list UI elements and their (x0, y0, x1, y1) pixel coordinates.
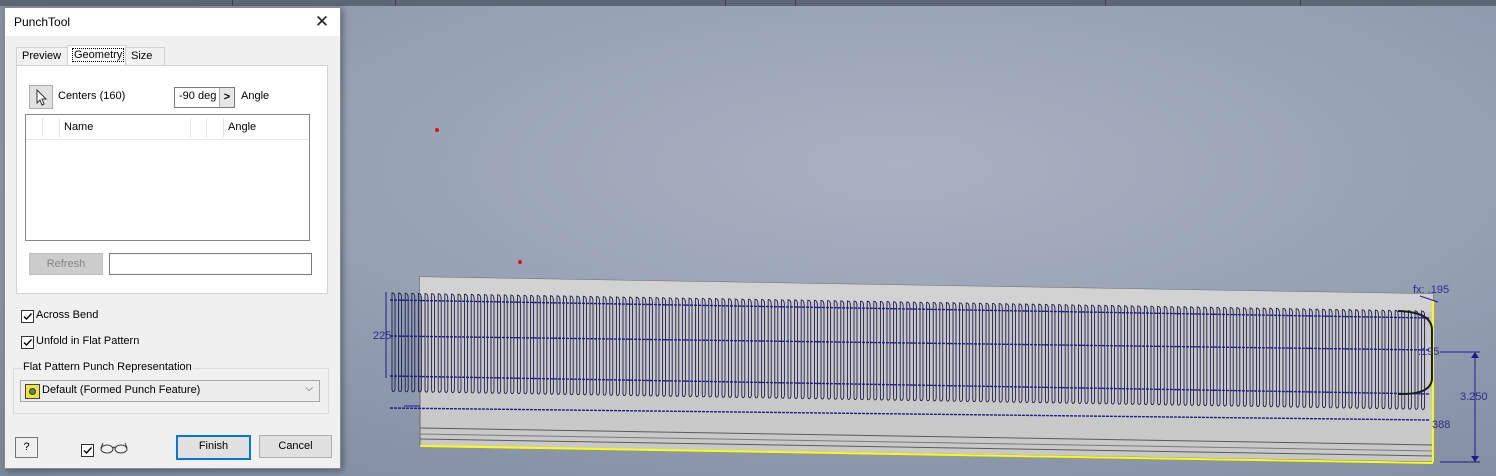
table-header: Name Angle (26, 115, 309, 140)
punchtool-dialog: PunchTool ✕ Preview Geometry Size Center… (4, 7, 341, 469)
punch-instance (398, 292, 403, 393)
unfold-flat-pattern-label[interactable]: Unfold in Flat Pattern (36, 335, 139, 347)
dimension-height[interactable]: 3.250 (1460, 391, 1488, 403)
across-bend-checkbox[interactable] (21, 310, 34, 323)
chevron-down-icon: ⌵ (305, 383, 313, 394)
check-icon (23, 339, 33, 347)
refresh-button[interactable]: Refresh (29, 253, 103, 275)
dimension-bottom-right[interactable]: 388 (1432, 419, 1450, 431)
select-centers-button[interactable] (29, 85, 53, 109)
tab-size[interactable]: Size (125, 47, 165, 65)
check-icon (83, 447, 93, 455)
across-bend-label[interactable]: Across Bend (36, 309, 98, 321)
flat-pattern-representation-select[interactable]: Default (Formed Punch Feature) ⌵ (20, 380, 320, 402)
centers-label: Centers (160) (58, 90, 126, 102)
angle-label: Angle (241, 90, 270, 102)
flat-pattern-representation-value: Default (Formed Punch Feature) (42, 384, 201, 396)
cancel-button[interactable]: Cancel (259, 435, 332, 458)
dimension-fx[interactable]: fx: .195 (1413, 284, 1449, 296)
sketch-point (518, 260, 522, 264)
centers-table[interactable]: Name Angle (25, 114, 310, 241)
sketch-point (435, 128, 439, 132)
tab-geometry[interactable]: Geometry (67, 45, 127, 66)
tab-preview[interactable]: Preview (16, 47, 68, 65)
flat-pattern-group-label: Flat Pattern Punch Representation (22, 361, 193, 373)
help-icon: ? (23, 441, 30, 453)
angle-value: -90 deg (179, 90, 217, 102)
dimension-right-mid[interactable]: .195 (1418, 346, 1439, 358)
angle-flyout-arrow-icon[interactable]: > (219, 88, 234, 107)
angle-input[interactable]: -90 deg > (174, 87, 235, 108)
refresh-text-field[interactable] (109, 253, 312, 275)
column-name[interactable]: Name (64, 121, 93, 133)
preview-checkbox[interactable] (81, 444, 94, 457)
finish-button[interactable]: Finish (176, 435, 251, 460)
geometry-panel: Centers (160) -90 deg > Angle Name Angle… (16, 65, 328, 294)
formed-punch-icon (25, 384, 40, 399)
help-button[interactable]: ? (15, 437, 38, 458)
cursor-arrow-icon (36, 88, 48, 106)
close-icon[interactable]: ✕ (310, 11, 334, 33)
dimension-left[interactable]: 225 (373, 330, 391, 342)
glasses-icon[interactable] (99, 442, 129, 454)
dialog-titlebar[interactable]: PunchTool ✕ (5, 8, 340, 36)
check-icon (23, 313, 33, 321)
unfold-flat-pattern-checkbox[interactable] (21, 336, 34, 349)
dialog-title: PunchTool (14, 15, 71, 29)
column-angle[interactable]: Angle (228, 121, 256, 133)
